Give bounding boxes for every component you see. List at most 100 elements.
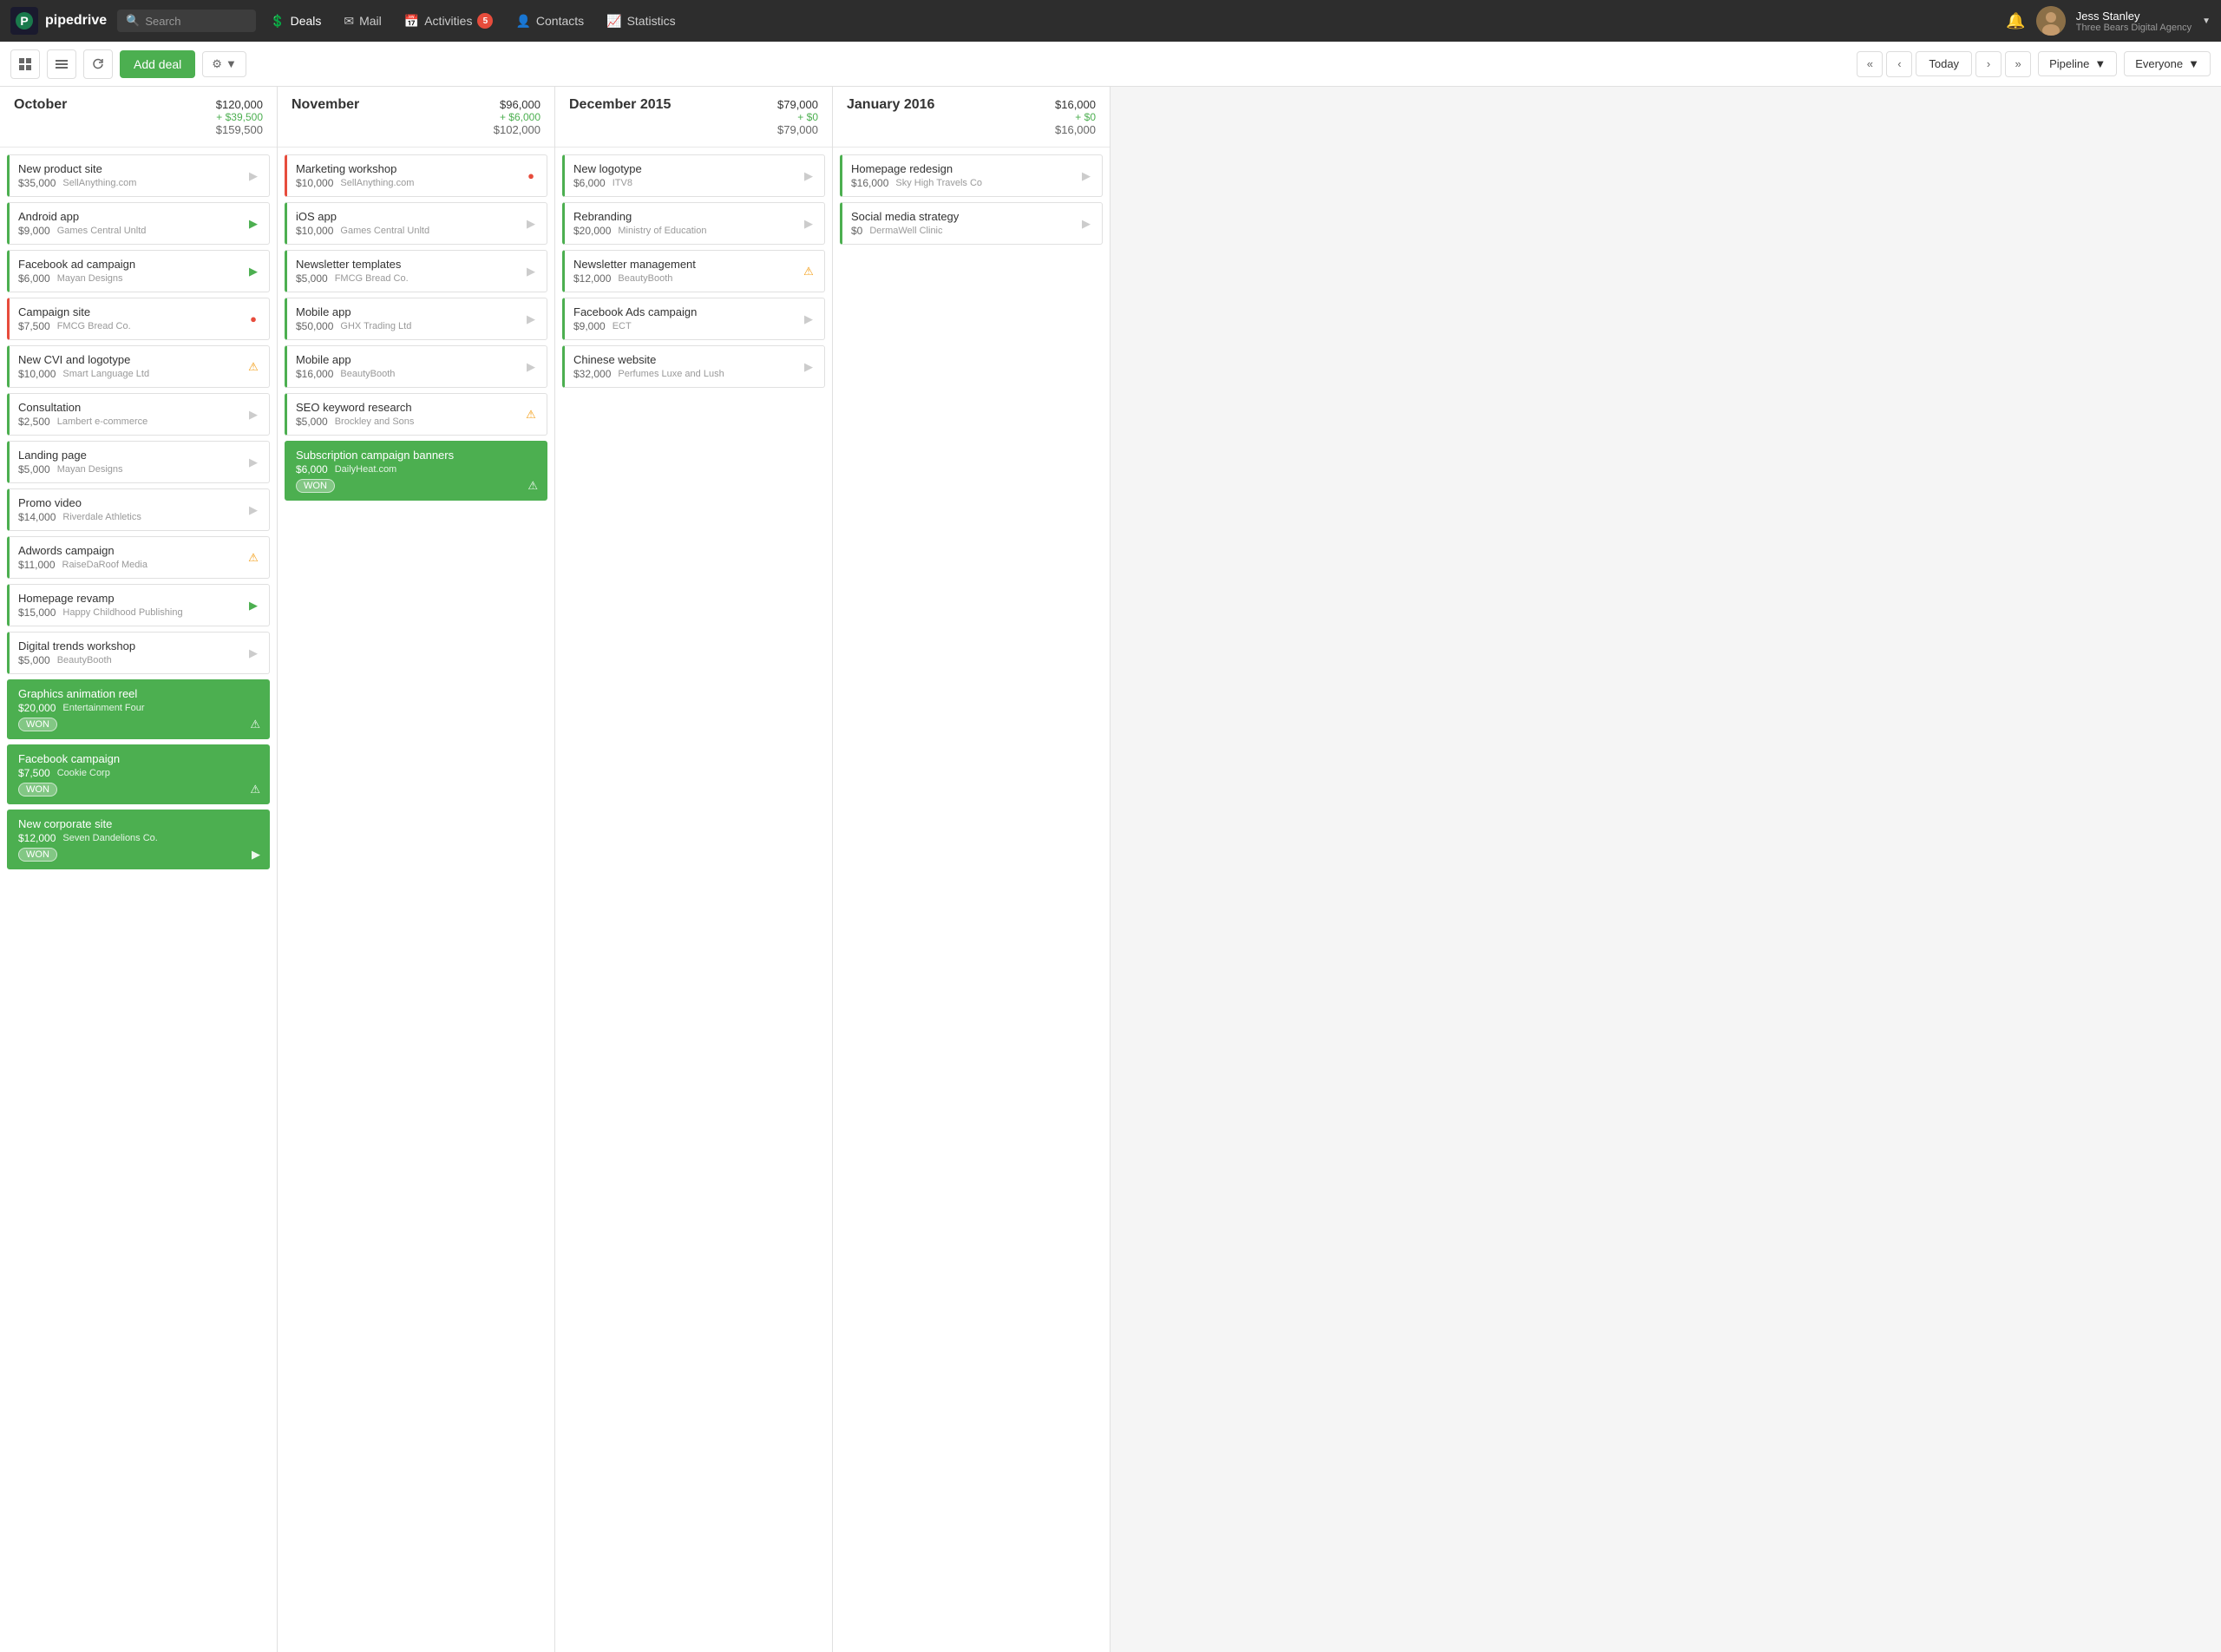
- deal-action[interactable]: ▶: [522, 358, 540, 376]
- deal-value: $12,000: [573, 272, 611, 285]
- circle-arrow-icon: ▶: [249, 646, 258, 660]
- prev-button[interactable]: ‹: [1886, 51, 1912, 77]
- next-button[interactable]: ›: [1975, 51, 2002, 77]
- deal-action[interactable]: ⚠: [522, 406, 540, 423]
- deal-card[interactable]: Social media strategy $0 DermaWell Clini…: [840, 202, 1103, 245]
- deal-action[interactable]: ▶: [800, 311, 817, 328]
- deal-action[interactable]: ▶: [245, 645, 262, 662]
- deal-company: FMCG Bread Co.: [335, 273, 409, 284]
- deal-card[interactable]: Newsletter management $12,000 BeautyBoot…: [562, 250, 825, 292]
- deal-action[interactable]: ▶: [245, 454, 262, 471]
- deal-card[interactable]: Rebranding $20,000 Ministry of Education…: [562, 202, 825, 245]
- nav-mail[interactable]: ✉ Mail: [333, 9, 391, 34]
- today-button[interactable]: Today: [1916, 51, 1972, 76]
- pipeline-dropdown[interactable]: Pipeline ▼: [2038, 51, 2117, 76]
- card-footer: WON ▶: [18, 848, 260, 862]
- circle-arrow-icon: ▶: [527, 312, 535, 326]
- deal-card[interactable]: New logotype $6,000 ITV8 ▶: [562, 154, 825, 197]
- deal-meta: $20,000 Entertainment Four: [18, 702, 260, 714]
- user-dropdown-icon[interactable]: ▼: [2202, 16, 2211, 26]
- deal-card[interactable]: Subscription campaign banners $6,000 Dai…: [285, 441, 547, 501]
- deal-card[interactable]: SEO keyword research $5,000 Brockley and…: [285, 393, 547, 436]
- deal-card[interactable]: Facebook campaign $7,500 Cookie Corp WON…: [7, 744, 270, 804]
- list-view-button[interactable]: [47, 49, 76, 79]
- deal-card[interactable]: Marketing workshop $10,000 SellAnything.…: [285, 154, 547, 197]
- deal-card[interactable]: Homepage redesign $16,000 Sky High Trave…: [840, 154, 1103, 197]
- deal-action[interactable]: ▶: [245, 215, 262, 233]
- deal-action[interactable]: ▶: [1078, 215, 1095, 233]
- deal-card[interactable]: New corporate site $12,000 Seven Dandeli…: [7, 810, 270, 869]
- deal-card[interactable]: Newsletter templates $5,000 FMCG Bread C…: [285, 250, 547, 292]
- logo[interactable]: P pipedrive: [10, 7, 107, 35]
- deal-action[interactable]: ▶: [800, 215, 817, 233]
- deal-action[interactable]: ●: [245, 311, 262, 328]
- deal-value: $10,000: [296, 225, 333, 237]
- deal-value: $11,000: [18, 559, 56, 571]
- circle-arrow-icon: ▶: [527, 360, 535, 374]
- deal-action[interactable]: ▶: [800, 167, 817, 185]
- deal-company: Lambert e-commerce: [57, 416, 148, 427]
- column-header-december: December 2015 $79,000 + $0 $79,000: [555, 87, 832, 148]
- warning-icon: ⚠: [803, 265, 814, 279]
- refresh-button[interactable]: [83, 49, 113, 79]
- deal-company: Perfumes Luxe and Lush: [618, 369, 724, 379]
- deal-action[interactable]: ▶: [245, 502, 262, 519]
- notification-bell[interactable]: 🔔: [2006, 12, 2025, 30]
- deal-card[interactable]: Campaign site $7,500 FMCG Bread Co. ●: [7, 298, 270, 340]
- deal-card[interactable]: Adwords campaign $11,000 RaiseDaRoof Med…: [7, 536, 270, 579]
- deal-card[interactable]: Promo video $14,000 Riverdale Athletics …: [7, 488, 270, 531]
- deal-action[interactable]: ▶: [800, 358, 817, 376]
- deal-card[interactable]: iOS app $10,000 Games Central Unltd ▶: [285, 202, 547, 245]
- deal-card[interactable]: Facebook Ads campaign $9,000 ECT ▶: [562, 298, 825, 340]
- svg-text:P: P: [20, 14, 28, 28]
- deal-action[interactable]: ⚠: [245, 549, 262, 567]
- deal-action[interactable]: ▶: [245, 597, 262, 614]
- deal-action[interactable]: ▶: [245, 167, 262, 185]
- prev-far-button[interactable]: «: [1857, 51, 1883, 77]
- deal-action[interactable]: ▶: [245, 263, 262, 280]
- mail-icon: ✉: [344, 14, 354, 29]
- nav-statistics[interactable]: 📈 Statistics: [596, 9, 685, 34]
- deal-action[interactable]: ⚠: [800, 263, 817, 280]
- column-november: November $96,000 + $6,000 $102,000 Marke…: [278, 87, 555, 1652]
- deal-value: $35,000: [18, 177, 56, 189]
- deal-action[interactable]: ▶: [1078, 167, 1095, 185]
- deal-card[interactable]: Chinese website $32,000 Perfumes Luxe an…: [562, 345, 825, 388]
- deal-action[interactable]: ⚠: [245, 358, 262, 376]
- deal-company: Sky High Travels Co: [895, 178, 982, 188]
- deal-card[interactable]: Graphics animation reel $20,000 Entertai…: [7, 679, 270, 739]
- deal-card[interactable]: Homepage revamp $15,000 Happy Childhood …: [7, 584, 270, 626]
- deal-card[interactable]: Consultation $2,500 Lambert e-commerce ▶: [7, 393, 270, 436]
- column-amount-total: $102,000: [494, 123, 541, 136]
- search-box[interactable]: 🔍: [117, 10, 256, 32]
- deal-company: ITV8: [613, 178, 632, 188]
- deal-action[interactable]: ▶: [522, 215, 540, 233]
- deal-card[interactable]: Mobile app $50,000 GHX Trading Ltd ▶: [285, 298, 547, 340]
- deal-card[interactable]: Digital trends workshop $5,000 BeautyBoo…: [7, 632, 270, 674]
- everyone-dropdown[interactable]: Everyone ▼: [2124, 51, 2211, 76]
- settings-button[interactable]: ⚙ ▼: [202, 51, 246, 77]
- deal-action[interactable]: ▶: [522, 263, 540, 280]
- next-far-button[interactable]: »: [2005, 51, 2031, 77]
- deal-card[interactable]: New product site $35,000 SellAnything.co…: [7, 154, 270, 197]
- nav-deals[interactable]: 💲 Deals: [259, 9, 331, 34]
- deal-value: $20,000: [18, 702, 56, 714]
- deal-meta: $15,000 Happy Childhood Publishing: [18, 606, 260, 619]
- board-view-button[interactable]: [10, 49, 40, 79]
- deal-card[interactable]: New CVI and logotype $10,000 Smart Langu…: [7, 345, 270, 388]
- add-deal-button[interactable]: Add deal: [120, 50, 195, 78]
- column-title-november: November: [292, 97, 359, 113]
- deal-card[interactable]: Android app $9,000 Games Central Unltd ▶: [7, 202, 270, 245]
- deal-value: $9,000: [573, 320, 606, 332]
- deal-action[interactable]: ▶: [522, 311, 540, 328]
- deal-action[interactable]: ▶: [245, 406, 262, 423]
- deal-card[interactable]: Mobile app $16,000 BeautyBooth ▶: [285, 345, 547, 388]
- deal-action[interactable]: ●: [522, 167, 540, 185]
- deal-company: Smart Language Ltd: [62, 369, 149, 379]
- deal-card[interactable]: Facebook ad campaign $6,000 Mayan Design…: [7, 250, 270, 292]
- deal-title: Facebook campaign: [18, 752, 260, 765]
- nav-activities[interactable]: 📅 Activities 5: [394, 8, 504, 34]
- search-input[interactable]: [145, 15, 247, 28]
- nav-contacts[interactable]: 👤 Contacts: [505, 9, 594, 34]
- deal-card[interactable]: Landing page $5,000 Mayan Designs ▶: [7, 441, 270, 483]
